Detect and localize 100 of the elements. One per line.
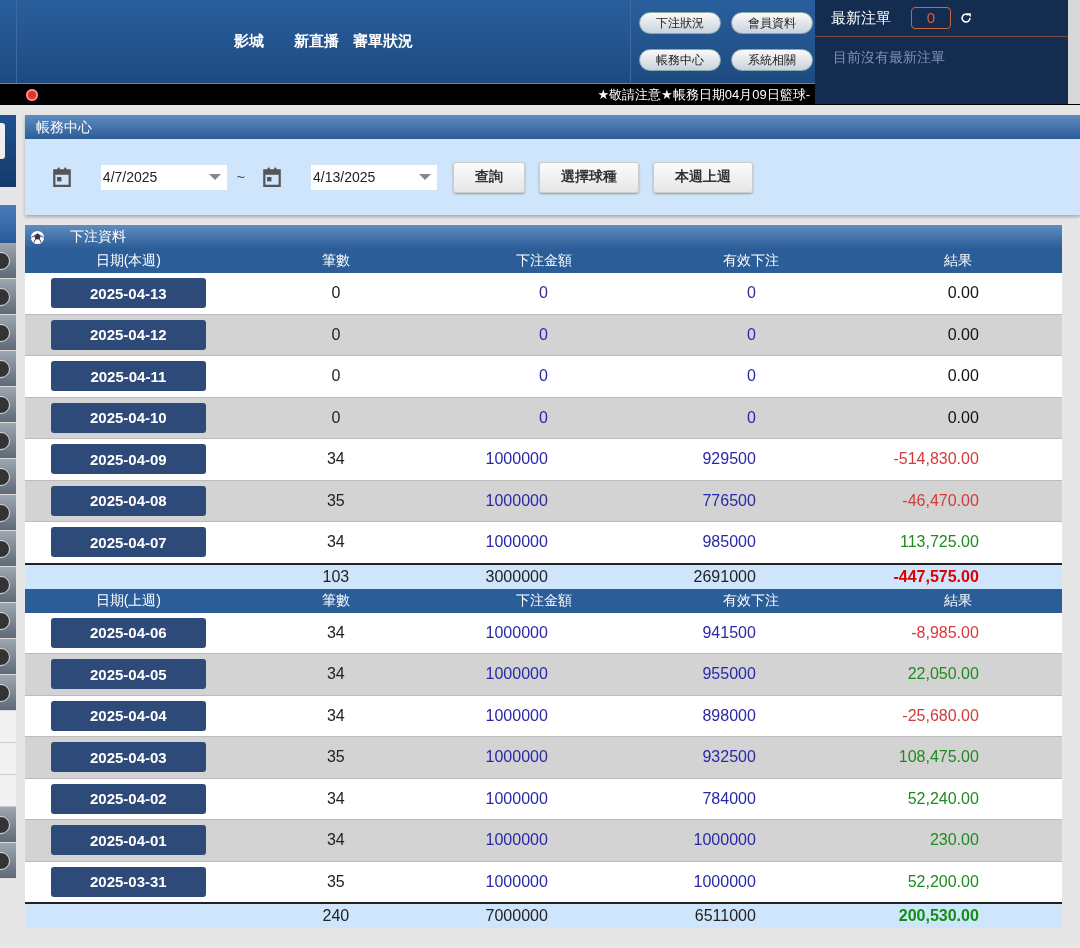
total-cell-text: 200,530.00 — [897, 907, 980, 925]
alert-icon — [26, 88, 38, 101]
sidebar-button[interactable] — [0, 603, 16, 639]
table-cell-text: 932500 — [701, 748, 757, 767]
column-header: 結果 — [943, 591, 974, 610]
table-cell-text: 0.00 — [946, 367, 980, 386]
sidebar-button[interactable] — [0, 807, 16, 843]
sidebar-button[interactable] — [0, 423, 16, 459]
column-header: 有效下注 — [722, 591, 781, 610]
sidebar-button[interactable] — [0, 531, 16, 567]
table-cell-text: 22,050.00 — [906, 665, 980, 684]
table-cell-text: 34 — [325, 623, 346, 642]
table-cell-text: 113,725.00 — [898, 533, 980, 552]
table-cell-text: 0 — [745, 325, 757, 344]
table-cell-text: -46,470.00 — [901, 491, 980, 510]
table-cell-text: 985000 — [701, 533, 757, 552]
date-button[interactable]: 2025-04-12 — [50, 319, 206, 350]
table-cell-text: 1000000 — [484, 450, 549, 469]
total-cell-text: 2691000 — [692, 567, 757, 586]
sidebar-button[interactable] — [0, 351, 16, 387]
date-button[interactable]: 2025-03-31 — [50, 866, 206, 897]
sidebar-button[interactable] — [0, 843, 16, 879]
table-cell-text: 1000000 — [484, 623, 549, 642]
sidebar-button[interactable] — [0, 243, 16, 279]
table-cell-text: 1000000 — [484, 665, 549, 684]
date-button[interactable]: 2025-04-04 — [50, 700, 206, 731]
sidebar-button[interactable] — [0, 675, 16, 711]
date-button[interactable]: 2025-04-06 — [50, 617, 206, 648]
table-cell-text: 0 — [330, 408, 342, 427]
total-cell-text: 6511000 — [693, 907, 757, 925]
table-cell-text: 941500 — [701, 623, 757, 642]
table-cell-text: 0 — [745, 284, 757, 303]
total-cell-text: 103 — [321, 567, 351, 586]
range-separator: ~ — [236, 169, 246, 185]
filter-button[interactable]: 查詢 — [453, 161, 526, 193]
table-cell-text: 0.00 — [946, 325, 980, 344]
date-field[interactable]: 4/13/2025 — [311, 164, 438, 190]
sidebar-button[interactable] — [0, 495, 16, 531]
column-header: 有效下注 — [722, 252, 781, 270]
calendar-icon[interactable] — [50, 166, 73, 188]
date-button[interactable]: 2025-04-11 — [50, 361, 206, 392]
sidebar-button[interactable] — [0, 387, 16, 423]
table-cell-text: 1000000 — [692, 872, 757, 891]
table-cell-text: 34 — [325, 450, 346, 469]
nav-link[interactable]: 新直播 — [294, 32, 339, 51]
scrollbar[interactable] — [1068, 0, 1080, 104]
filter-button[interactable]: 本週上週 — [653, 161, 754, 193]
table-cell-text: 34 — [325, 665, 346, 684]
date-button[interactable]: 2025-04-09 — [50, 444, 206, 475]
calendar-icon[interactable] — [261, 166, 284, 188]
table-cell-text: 34 — [325, 831, 346, 850]
table-cell-text: 1000000 — [484, 491, 549, 510]
date-button[interactable]: 2025-04-10 — [50, 402, 206, 433]
date-button[interactable]: 2025-04-01 — [50, 825, 206, 856]
date-button[interactable]: 2025-04-07 — [50, 527, 206, 558]
section-title: 下注資料 — [69, 228, 126, 246]
date-button[interactable]: 2025-04-02 — [50, 783, 206, 814]
table-cell-text: 0 — [537, 325, 549, 344]
sidebar-button[interactable] — [0, 279, 16, 315]
menu-button[interactable]: 會員資料 — [731, 12, 813, 34]
menu-button[interactable]: 系統相關 — [731, 49, 813, 71]
table-cell-text: 52,200.00 — [906, 872, 980, 891]
section-title: 帳務中心 — [24, 115, 1080, 139]
table-cell-text: 0 — [537, 408, 549, 427]
menu-button[interactable]: 下注狀況 — [639, 12, 721, 34]
table-cell-text: 929500 — [701, 450, 757, 469]
table-cell-text: 1000000 — [484, 831, 549, 850]
menu-button[interactable]: 帳務中心 — [639, 49, 721, 71]
date-button[interactable]: 2025-04-05 — [50, 659, 206, 690]
sidebar-button[interactable] — [0, 315, 16, 351]
ticker-text: ★敬請注意★帳務日期04月09日籃球- — [597, 85, 810, 104]
table-cell-text: 898000 — [701, 706, 757, 725]
date-button[interactable]: 2025-04-08 — [50, 485, 206, 516]
table-cell-text: 0 — [537, 367, 549, 386]
nav-link[interactable]: 影城 — [234, 32, 264, 51]
panel-title: 最新注單 — [831, 8, 891, 28]
sidebar-button[interactable] — [0, 115, 16, 187]
table-cell-text: 34 — [325, 706, 346, 725]
refresh-icon[interactable] — [959, 11, 973, 25]
filter-button[interactable]: 選擇球種 — [539, 161, 640, 193]
ball-icon — [29, 229, 45, 245]
total-cell-text: 240 — [321, 907, 351, 925]
column-header: 日期(本週) — [94, 252, 162, 270]
sidebar-button[interactable] — [0, 639, 16, 675]
date-button[interactable]: 2025-04-03 — [50, 742, 206, 773]
table-cell-text: 34 — [325, 533, 346, 552]
date-field[interactable]: 4/7/2025 — [100, 164, 227, 190]
sidebar-button[interactable] — [0, 459, 16, 495]
table-cell-text: 1000000 — [484, 748, 549, 767]
table-cell-text: 34 — [325, 789, 346, 808]
table-cell-text: 35 — [325, 748, 346, 767]
table-cell-text: 0 — [537, 284, 549, 303]
date-button[interactable]: 2025-04-13 — [50, 278, 206, 309]
table-cell-text: 784000 — [701, 789, 757, 808]
table-cell-text: 0 — [330, 284, 342, 303]
sidebar-button[interactable] — [0, 567, 16, 603]
nav-link[interactable]: 審單狀況 — [353, 32, 413, 51]
table-cell-text: 0.00 — [946, 408, 980, 427]
table-cell-text: 776500 — [701, 491, 757, 510]
table-cell-text: 230.00 — [928, 831, 980, 850]
